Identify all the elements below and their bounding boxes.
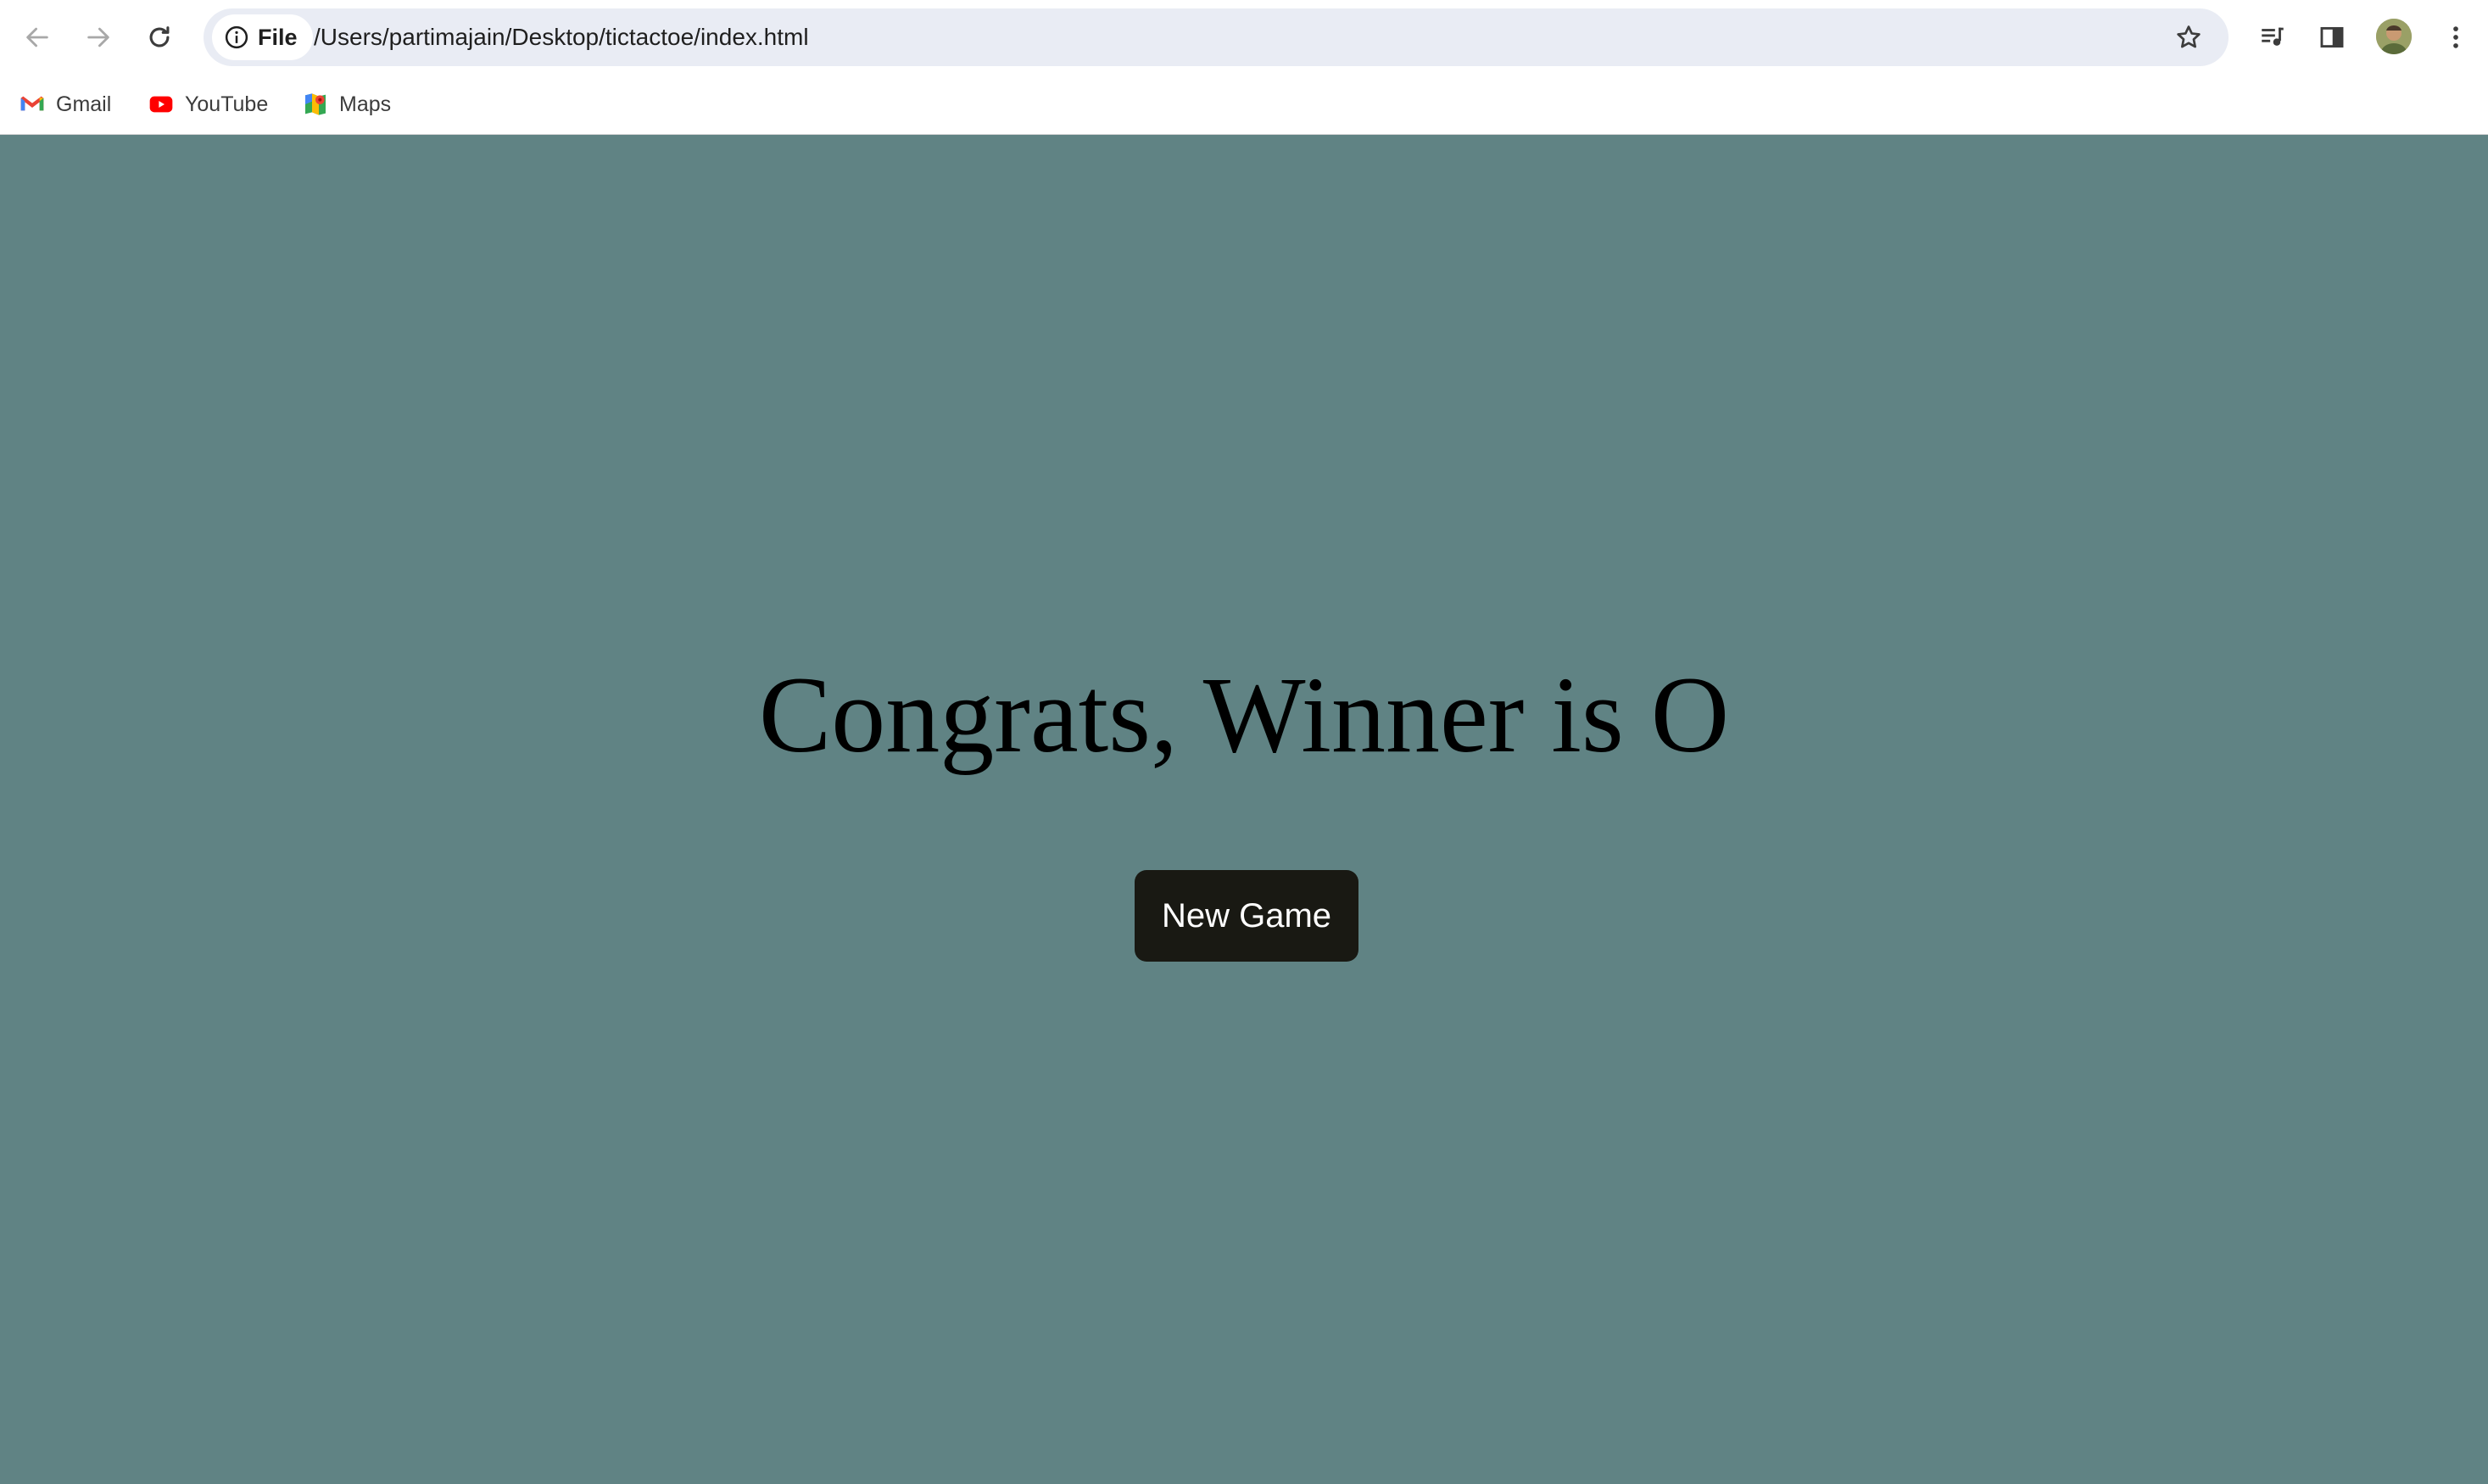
winner-message: Congrats, Winner is O	[758, 655, 1730, 775]
forward-button[interactable]	[73, 12, 124, 63]
bookmarks-bar: Gmail YouTube Maps	[0, 75, 2488, 135]
youtube-icon	[149, 96, 173, 113]
arrow-left-icon	[26, 27, 48, 47]
bookmark-label: Gmail	[56, 92, 112, 116]
bookmark-label: Maps	[339, 92, 392, 116]
url-text[interactable]: /Users/partimajain/Desktop/tictactoe/ind…	[314, 8, 809, 66]
back-button[interactable]	[12, 12, 63, 63]
gmail-icon	[20, 96, 44, 111]
maps-icon	[305, 93, 326, 115]
address-bar[interactable]: File /Users/partimajain/Desktop/tictacto…	[204, 8, 2229, 66]
reload-button[interactable]	[134, 12, 185, 63]
avatar-icon	[2376, 19, 2412, 54]
bookmark-gmail[interactable]: Gmail	[12, 85, 118, 124]
info-icon	[225, 25, 248, 49]
star-icon	[2177, 25, 2201, 48]
reload-icon	[149, 26, 170, 47]
kebab-menu-icon	[2453, 26, 2458, 48]
media-queue-button[interactable]	[2247, 12, 2298, 63]
browser-toolbar: File /Users/partimajain/Desktop/tictacto…	[0, 0, 2488, 75]
new-game-button[interactable]: New Game	[1135, 870, 1358, 962]
side-panel-button[interactable]	[2307, 12, 2357, 63]
game-page: Congrats, Winner is O New Game	[0, 135, 2488, 1484]
site-info-chip[interactable]: File	[212, 14, 313, 60]
side-panel-icon	[2320, 26, 2344, 48]
bookmark-star-button[interactable]	[2167, 16, 2210, 59]
site-info-label: File	[258, 24, 298, 50]
browser-window: File /Users/partimajain/Desktop/tictacto…	[0, 0, 2488, 1484]
bookmark-label: YouTube	[185, 92, 269, 116]
bookmark-maps[interactable]: Maps	[295, 85, 398, 124]
media-queue-icon	[2262, 27, 2284, 46]
arrow-right-icon	[87, 27, 109, 47]
profile-avatar[interactable]	[2376, 19, 2412, 54]
browser-menu-button[interactable]	[2430, 12, 2481, 63]
bookmark-youtube[interactable]: YouTube	[141, 85, 275, 124]
